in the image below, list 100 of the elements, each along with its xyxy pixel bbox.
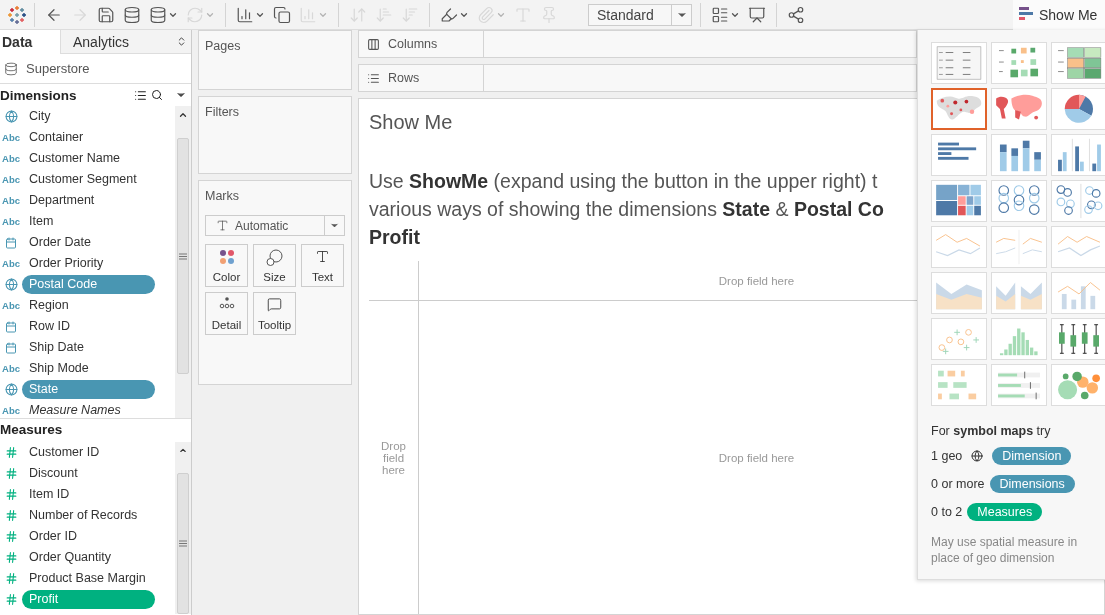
card-title: Filters [205, 105, 241, 119]
globe-icon [4, 110, 18, 123]
shelf[interactable]: Rows [358, 64, 917, 92]
shelf-label: Rows [388, 71, 420, 85]
hint-title: For symbol maps try [931, 424, 1052, 438]
mark-button[interactable]: Detail [205, 292, 248, 335]
field-item[interactable]: Item ID [22, 485, 155, 504]
field-item[interactable]: Product Base Margin [22, 569, 155, 588]
hash-icon [4, 488, 18, 501]
hash-icon [4, 509, 18, 522]
scroll-up-icon[interactable] [178, 110, 188, 120]
hash-icon [4, 467, 18, 480]
card-title: Pages [205, 39, 242, 53]
sort-ascending-icon [375, 5, 393, 24]
calendar-icon [5, 341, 17, 354]
field-item[interactable]: Department [22, 191, 155, 210]
card-title: Marks [205, 189, 241, 203]
scroll-up-icon[interactable] [178, 446, 188, 455]
field-item[interactable]: Order Date [22, 233, 155, 252]
field-item[interactable]: Customer Segment [22, 170, 155, 189]
swap-icon [349, 5, 367, 24]
mark-button[interactable]: Size [253, 244, 296, 287]
duplicate-chart-icon [273, 5, 291, 24]
mark-button[interactable]: Color [205, 244, 248, 287]
text-icon [315, 249, 330, 264]
shelf[interactable]: Columns [358, 30, 917, 58]
field-item[interactable]: Customer Name [22, 149, 155, 168]
type-label: Abc [2, 195, 20, 206]
share-icon [787, 5, 805, 24]
field-item[interactable]: Ship Date [22, 338, 155, 357]
mark-button[interactable]: Text [301, 244, 344, 287]
requirement-count: 1 geo [931, 449, 963, 463]
field-item[interactable]: Container [22, 128, 155, 147]
hint-note: May use spatial measure in place of geo dimension [931, 534, 1079, 566]
text-icon [216, 219, 229, 232]
show-me-button[interactable]: Show Me [1013, 0, 1105, 30]
logo-icon[interactable] [8, 5, 26, 24]
shelf-label: Columns [388, 37, 438, 51]
field-item[interactable]: Discount [22, 464, 155, 483]
color-dots-icon [218, 249, 235, 265]
field-type-pill: Dimension [992, 447, 1072, 465]
hash-icon [4, 593, 18, 606]
hash-icon [4, 572, 18, 585]
grip-icon [179, 252, 187, 260]
size-circles-icon [266, 249, 283, 266]
field-item[interactable]: Measure Names [22, 401, 155, 418]
instruction-text: Use ShowMe (expand using the button in the upper right) t various ways of showing the dimensions State & Postal Co Profit [369, 169, 885, 250]
field-item[interactable]: Order Quantity [22, 548, 155, 567]
field-item[interactable]: Number of Records [22, 506, 155, 525]
requirement-count: 0 or more [931, 477, 985, 491]
speech-bubble-icon [267, 297, 282, 312]
field-item[interactable]: Ship Mode [22, 359, 155, 378]
globe-icon [971, 450, 984, 462]
field-type-pill: Measures [967, 503, 1043, 521]
field-item[interactable]: Order ID [22, 527, 155, 546]
scrollbar[interactable] [175, 442, 191, 614]
type-label: Abc [2, 363, 20, 374]
field-item[interactable]: City [22, 107, 155, 126]
drop-target-label: Drop field here [718, 274, 795, 287]
list-view-icon[interactable] [134, 88, 147, 102]
save-icon [97, 5, 115, 24]
requirement-count: 0 to 2 [931, 505, 963, 519]
field-item[interactable]: Item [22, 212, 155, 231]
mark-type-label: Automatic [235, 218, 290, 233]
section-title: Measures [0, 422, 64, 437]
field-item[interactable]: Region [22, 296, 155, 315]
scrollbar-thumb[interactable] [177, 138, 189, 374]
globe-icon [4, 383, 18, 396]
hash-icon [4, 551, 18, 564]
paperclip-icon [477, 5, 495, 24]
field-item[interactable]: Order Priority [22, 254, 155, 273]
highlighter-icon [440, 5, 458, 24]
drop-target-label: Drop field here [718, 451, 795, 464]
search-icon[interactable] [151, 89, 163, 101]
type-label: Abc [2, 405, 20, 416]
mark-type-dropdown[interactable]: Automatic [205, 215, 345, 236]
field-item[interactable]: Row ID [22, 317, 155, 336]
drop-target-label: Drop field here [380, 439, 407, 476]
type-label: Abc [2, 300, 20, 311]
columns-icon [367, 37, 380, 51]
section-title: Dimensions [0, 87, 78, 103]
type-label: Abc [2, 132, 20, 143]
data-source-name[interactable]: Superstore [26, 61, 90, 76]
field-item[interactable]: Customer ID [22, 443, 155, 462]
pane-tab[interactable]: Analytics [60, 30, 191, 54]
scrollbar[interactable] [175, 106, 191, 418]
detail-dots-icon [218, 297, 235, 309]
fit-dropdown[interactable]: Standard [588, 3, 692, 26]
pin-icon [540, 5, 558, 24]
globe-icon [4, 278, 18, 291]
up-down-icon [176, 36, 187, 47]
chart-type-thumbnail[interactable] [931, 88, 987, 130]
mark-button[interactable]: Tooltip [253, 292, 296, 335]
type-label: Abc [2, 258, 20, 269]
cards-icon [711, 5, 729, 24]
type-label: Abc [2, 153, 20, 164]
scrollbar-thumb[interactable] [177, 472, 189, 614]
sheet-title: Show Me [369, 111, 454, 135]
bars-icon [1019, 6, 1033, 23]
presentation-icon [748, 5, 766, 24]
